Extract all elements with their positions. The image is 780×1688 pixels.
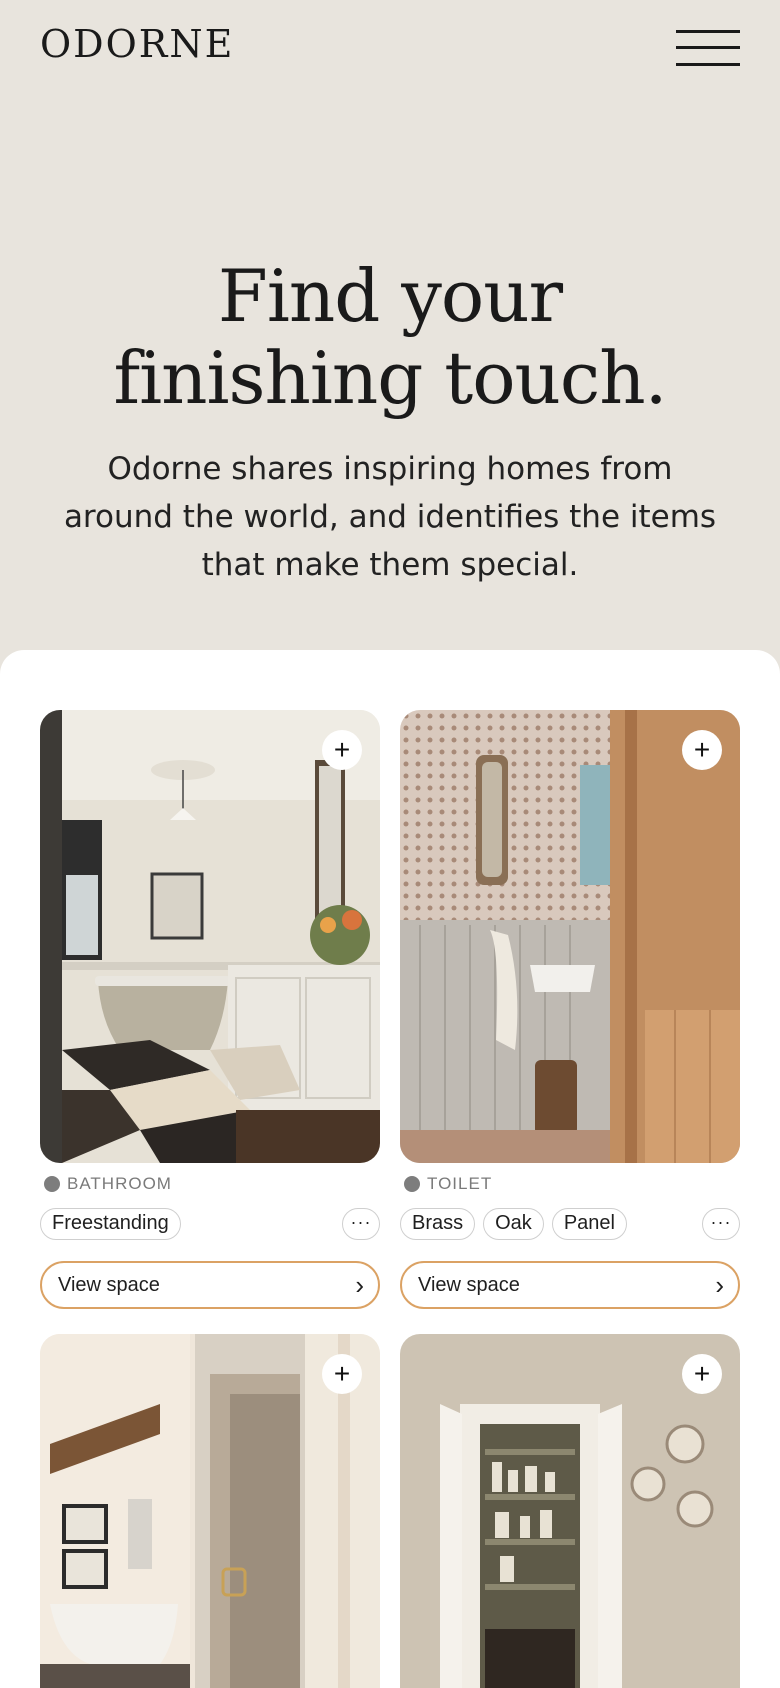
bathroom-photo-image	[40, 710, 380, 1163]
toilet-photo-image	[400, 710, 740, 1163]
hamburger-menu-icon-line	[676, 63, 740, 66]
add-icon[interactable]: +	[322, 730, 362, 770]
site-header: ODORNE	[0, 0, 780, 100]
add-icon[interactable]: +	[682, 730, 722, 770]
tag-list: Freestanding ···	[40, 1207, 380, 1241]
spaces-grid: + BATHROOM Freestanding ··· View space ›	[0, 650, 780, 1688]
tag-panel[interactable]: Panel	[551, 1208, 627, 1240]
space-card: + BATHROOM Freestanding ··· View space ›	[40, 710, 380, 1309]
menu-button[interactable]	[676, 30, 740, 70]
space-card: +	[40, 1334, 380, 1688]
view-space-label: View space	[58, 1273, 160, 1296]
view-space-button[interactable]: View space ›	[40, 1261, 380, 1309]
tag-brass[interactable]: Brass	[400, 1208, 476, 1240]
chevron-right-icon: ›	[355, 1270, 364, 1300]
tag-list: Brass Oak Panel ···	[400, 1207, 740, 1241]
space-photo-pantry[interactable]: +	[400, 1334, 740, 1688]
view-space-button[interactable]: View space ›	[400, 1261, 740, 1309]
tag-freestanding[interactable]: Freestanding	[40, 1208, 181, 1240]
category-label: TOILET	[427, 1174, 493, 1193]
more-options-icon[interactable]: ···	[342, 1208, 380, 1240]
space-photo-toilet[interactable]: +	[400, 710, 740, 1163]
category: BATHROOM	[40, 1173, 380, 1195]
category: TOILET	[400, 1173, 740, 1195]
add-icon[interactable]: +	[682, 1354, 722, 1394]
brand-logo[interactable]: ODORNE	[40, 22, 234, 66]
view-space-label: View space	[418, 1273, 520, 1296]
category-label: BATHROOM	[67, 1174, 172, 1193]
more-options-icon[interactable]: ···	[702, 1208, 740, 1240]
space-card: +	[400, 1334, 740, 1688]
category-dot-icon	[404, 1176, 420, 1192]
space-card: + TOILET Brass Oak Panel ··· View space …	[400, 710, 740, 1309]
hero-title: Find your finishing touch.	[113, 254, 667, 420]
hero: Find your finishing touch. Odorne shares…	[0, 255, 780, 589]
tag-oak[interactable]: Oak	[483, 1208, 544, 1240]
hamburger-menu-icon	[676, 30, 740, 33]
chevron-right-icon: ›	[715, 1270, 724, 1300]
hero-subtitle: Odorne shares inspiring homes from aroun…	[63, 451, 717, 583]
category-dot-icon	[44, 1176, 60, 1192]
space-photo-shower[interactable]: +	[40, 1334, 380, 1688]
space-photo-bathroom[interactable]: +	[40, 710, 380, 1163]
hamburger-menu-icon-line	[676, 46, 740, 49]
add-icon[interactable]: +	[322, 1354, 362, 1394]
